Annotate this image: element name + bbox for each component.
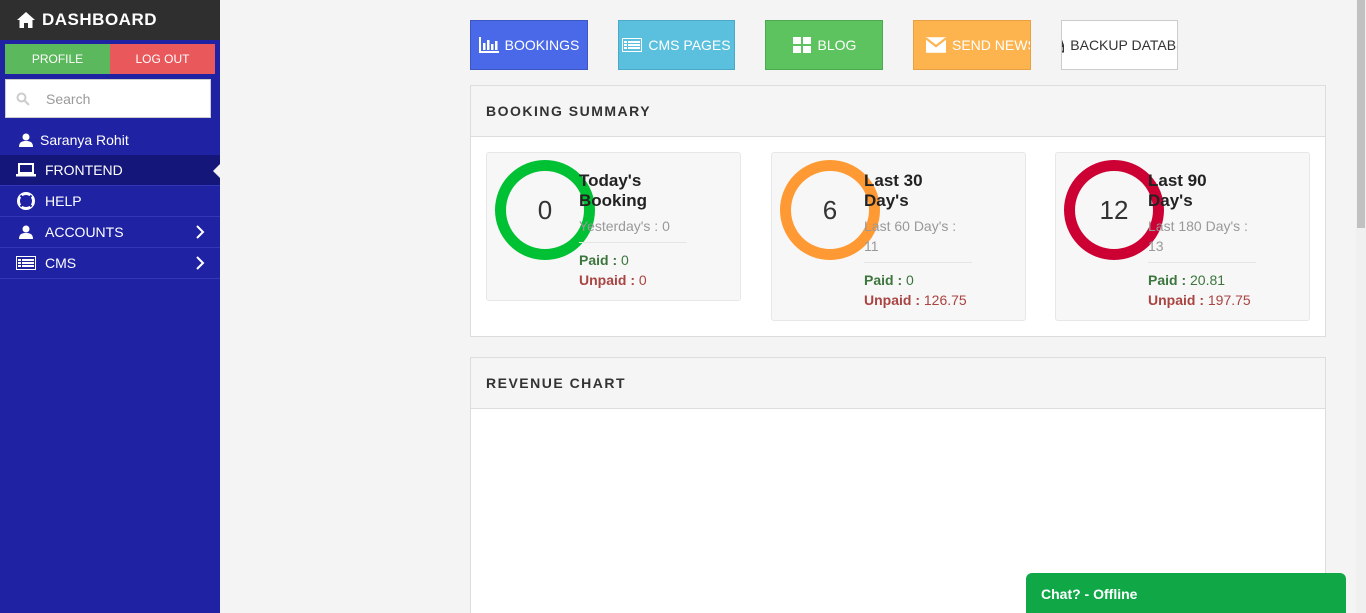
scrollbar[interactable] [1356,0,1366,613]
user-icon [16,224,36,240]
send-newsletter-label: SEND NEWSLETTER [952,37,1030,53]
paid-label: Paid : [1148,272,1187,288]
logout-button[interactable]: LOG OUT [110,44,215,74]
lifebuoy-icon [16,192,36,210]
card-unpaid: Unpaid : 197.75 [1148,290,1258,310]
envelope-icon [926,37,946,53]
divider [1148,262,1256,263]
cms-pages-label: CMS PAGES [648,37,731,53]
search-input[interactable] [46,90,196,107]
sidebar-item-label: FRONTEND [45,162,123,178]
last-30-days-card: 6 Last 30 Day's Last 60 Day's : 11 Paid … [771,152,1026,321]
sidebar-item-accounts[interactable]: ACCOUNTS [0,217,220,248]
chevron-right-icon [196,256,205,270]
sidebar: DASHBOARD PROFILE LOG OUT Saranya Rohit … [0,0,220,613]
search-icon [16,92,30,106]
card-sub: Yesterday's : 0 [579,218,670,234]
booking-summary-title: BOOKING SUMMARY [471,86,1325,137]
unpaid-label: Unpaid : [1148,292,1204,308]
card-title-line2: Day's [864,191,909,210]
paid-label: Paid : [864,272,903,288]
paid-value: 20.81 [1190,272,1226,288]
backup-database-label: BACKUP DATABSE [1070,37,1177,53]
bar-chart-icon [478,37,499,53]
card-paid: Paid : 0 [864,270,974,290]
paid-value: 0 [906,272,914,288]
card-unpaid: Unpaid : 0 [579,270,689,290]
user-profile[interactable]: Saranya Rohit [0,125,220,155]
revenue-chart-title: REVENUE CHART [471,358,1325,409]
unpaid-value: 197.75 [1207,292,1251,308]
card-sub: Last 60 Day's : 11 [864,218,957,254]
sidebar-item-cms[interactable]: CMS [0,248,220,279]
search-box [5,79,211,118]
sidebar-item-label: HELP [45,193,82,209]
card-title-line1: Last 30 [864,171,923,190]
blog-label: BLOG [817,37,857,53]
unpaid-value: 0 [638,272,647,288]
paid-value: 0 [621,252,629,268]
chevron-right-icon [196,225,205,239]
list-icon [622,38,643,52]
sidebar-item-frontend[interactable]: FRONTEND [0,155,220,186]
inbox-icon [1062,38,1065,53]
account-buttons: PROFILE LOG OUT [5,44,215,74]
card-title-line1: Last 90 [1148,171,1207,190]
bookings-button[interactable]: BOOKINGS [470,20,588,70]
backup-database-button[interactable]: BACKUP DATABSE [1061,20,1178,70]
divider [864,262,972,263]
sidebar-item-label: CMS [45,255,77,271]
last-90-days-card: 12 Last 90 Day's Last 180 Day's : 13 Pai… [1055,152,1310,321]
scrollbar-thumb[interactable] [1357,0,1365,228]
card-paid: Paid : 20.81 [1148,270,1258,290]
brand-title: DASHBOARD [42,10,157,29]
grid-icon [792,37,811,53]
laptop-icon [16,162,36,178]
divider [579,242,687,243]
home-icon [17,12,35,28]
user-name: Saranya Rohit [40,132,129,148]
unpaid-value: 126.75 [923,292,967,308]
card-paid: Paid : 0 [579,250,689,270]
card-title-line1: Today's [579,171,642,190]
card-info: Last 90 Day's Last 180 Day's : 13 Paid :… [1148,171,1258,310]
card-title-line2: Booking [579,191,647,210]
cms-pages-button[interactable]: CMS PAGES [618,20,735,70]
bookings-label: BOOKINGS [504,37,580,53]
unpaid-label: Unpaid : [579,272,635,288]
unpaid-label: Unpaid : [864,292,920,308]
sidebar-item-label: ACCOUNTS [45,224,124,240]
user-icon [19,133,33,147]
brand-bar[interactable]: DASHBOARD [0,0,220,40]
sidebar-item-help[interactable]: HELP [0,186,220,217]
list-icon [16,255,36,271]
card-unpaid: Unpaid : 126.75 [864,290,974,310]
blog-button[interactable]: BLOG [765,20,883,70]
booking-summary-panel: BOOKING SUMMARY 0 Today's Booking Yester… [470,85,1326,337]
card-sub: Last 180 Day's : 13 [1148,218,1248,254]
paid-label: Paid : [579,252,618,268]
today-booking-card: 0 Today's Booking Yesterday's : 0 Paid :… [486,152,741,301]
profile-button[interactable]: PROFILE [5,44,110,74]
card-info: Today's Booking Yesterday's : 0 Paid : 0… [579,171,689,290]
send-newsletter-button[interactable]: SEND NEWSLETTER [913,20,1031,70]
chat-widget[interactable]: Chat? - Offline [1026,573,1346,613]
card-info: Last 30 Day's Last 60 Day's : 11 Paid : … [864,171,974,310]
card-title-line2: Day's [1148,191,1193,210]
